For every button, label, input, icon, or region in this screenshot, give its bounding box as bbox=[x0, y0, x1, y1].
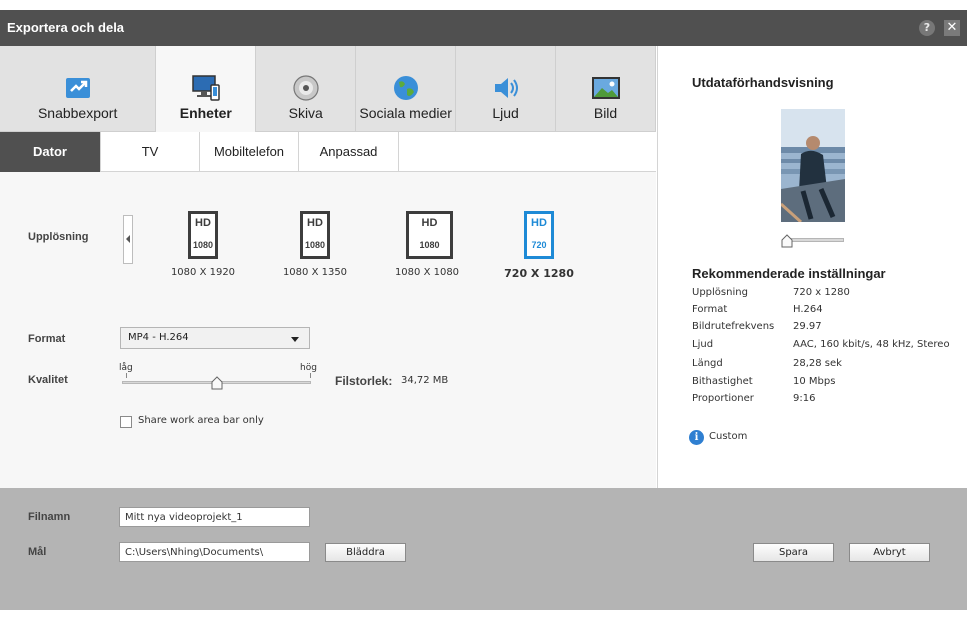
hd-badge-icon: HD 1080 bbox=[300, 211, 330, 259]
disc-icon bbox=[293, 75, 319, 101]
tab-label: Skiva bbox=[288, 105, 323, 121]
share-work-area-label: Share work area bar only bbox=[138, 415, 264, 426]
hd-text: HD bbox=[307, 217, 323, 229]
quick-export-icon bbox=[65, 78, 90, 98]
spec-key: Bildrutefrekvens bbox=[692, 321, 775, 332]
resolution-preset-label: 1080 X 1920 bbox=[170, 267, 236, 278]
format-label: Format bbox=[28, 333, 66, 345]
filesize-value: 34,72 MB bbox=[401, 375, 449, 386]
filename-label: Filnamn bbox=[28, 511, 71, 523]
preview-panel: Utdataförhandsvisning Rekommenderade ins… bbox=[657, 46, 967, 488]
devices-icon bbox=[192, 75, 220, 101]
resolution-preset-720x1280[interactable]: HD 720 720 X 1280 bbox=[489, 210, 589, 290]
filesize-label: Filstorlek: bbox=[335, 374, 393, 388]
tab-ljud[interactable]: Ljud bbox=[456, 46, 557, 132]
resolution-preset-label: 1080 X 1080 bbox=[394, 267, 460, 278]
info-icon: i bbox=[689, 430, 704, 445]
format-select-value: MP4 - H.264 bbox=[128, 332, 189, 343]
tab-label: Ljud bbox=[492, 105, 519, 121]
browse-button[interactable]: Bläddra bbox=[325, 543, 406, 562]
spec-value: 10 Mbps bbox=[793, 376, 836, 387]
resolution-scroll-left-button[interactable] bbox=[123, 215, 133, 264]
hd-number: 1080 bbox=[192, 240, 214, 250]
target-path-value: C:\Users\Nhing\Documents\ bbox=[125, 547, 264, 558]
subtab-anpassad[interactable]: Anpassad bbox=[299, 132, 399, 172]
recommended-settings-title: Rekommenderade inställningar bbox=[692, 266, 886, 281]
subtab-dator[interactable]: Dator bbox=[0, 132, 101, 172]
spec-key: Format bbox=[692, 304, 728, 315]
category-tabs: Snabbexport Enheter Skiva Sociala medier… bbox=[0, 46, 657, 133]
tab-enheter[interactable]: Enheter bbox=[156, 46, 257, 133]
title-bar: Exportera och dela ? ✕ bbox=[0, 10, 967, 46]
spec-value: 28,28 sek bbox=[793, 358, 842, 369]
hd-number: 1080 bbox=[419, 240, 440, 250]
resolution-preset-1080x1080[interactable]: HD 1080 1080 X 1080 bbox=[377, 210, 477, 290]
spec-value: 720 x 1280 bbox=[793, 287, 850, 298]
video-preview-thumbnail bbox=[781, 109, 845, 222]
globe-icon bbox=[393, 76, 418, 100]
quality-slider-thumb[interactable] bbox=[211, 376, 223, 390]
resolution-preset-label: 1080 X 1350 bbox=[282, 267, 348, 278]
format-select[interactable]: MP4 - H.264 bbox=[120, 327, 310, 349]
spec-key: Upplösning bbox=[692, 287, 748, 298]
hd-text: HD bbox=[421, 217, 438, 229]
export-settings-panel: Snabbexport Enheter Skiva Sociala medier… bbox=[0, 46, 657, 488]
target-path-field[interactable]: C:\Users\Nhing\Documents\ bbox=[119, 542, 310, 562]
spec-value: H.264 bbox=[793, 304, 823, 315]
share-work-area-checkbox[interactable] bbox=[120, 416, 132, 428]
resolution-label: Upplösning bbox=[28, 231, 89, 243]
device-sub-tabs: Dator TV Mobiltelefon Anpassad bbox=[0, 132, 656, 172]
resolution-preset-label: 720 X 1280 bbox=[504, 267, 574, 280]
picture-icon bbox=[591, 77, 620, 99]
preview-title: Utdataförhandsvisning bbox=[692, 75, 834, 90]
spec-value: AAC, 160 kbit/s, 48 kHz, Stereo bbox=[793, 339, 950, 350]
resolution-preset-1080x1920[interactable]: HD 1080 1080 X 1920 bbox=[153, 210, 253, 290]
tab-snabbexport[interactable]: Snabbexport bbox=[0, 46, 157, 132]
tab-sociala-medier[interactable]: Sociala medier bbox=[356, 46, 457, 132]
spec-key: Ljud bbox=[692, 339, 714, 350]
slider-tick bbox=[126, 373, 127, 378]
spec-key: Proportioner bbox=[692, 393, 754, 404]
target-label: Mål bbox=[28, 546, 47, 558]
spec-value: 9:16 bbox=[793, 393, 816, 404]
cancel-button[interactable]: Avbryt bbox=[849, 543, 930, 562]
preview-slider-thumb[interactable] bbox=[781, 234, 793, 248]
hd-badge-icon: HD 720 bbox=[524, 211, 554, 259]
tab-skiva[interactable]: Skiva bbox=[256, 46, 357, 132]
tab-bild[interactable]: Bild bbox=[556, 46, 657, 132]
bottom-bar: Filnamn Mitt nya videoprojekt_1 Mål C:\U… bbox=[0, 488, 967, 610]
window-title: Exportera och dela bbox=[7, 20, 125, 35]
preview-slider[interactable] bbox=[787, 238, 844, 242]
hd-badge-icon: HD 1080 bbox=[188, 211, 218, 259]
slider-tick bbox=[310, 373, 311, 378]
quality-high-label: hög bbox=[300, 363, 317, 373]
quality-low-label: låg bbox=[119, 363, 133, 373]
hd-number: 1080 bbox=[304, 240, 326, 250]
subtab-tv[interactable]: TV bbox=[101, 132, 200, 172]
speaker-icon bbox=[494, 78, 518, 98]
hd-badge-icon: HD 1080 bbox=[406, 211, 453, 259]
resolution-preset-1080x1350[interactable]: HD 1080 1080 X 1350 bbox=[265, 210, 365, 290]
chevron-down-icon bbox=[291, 337, 299, 342]
custom-link[interactable]: Custom bbox=[709, 431, 747, 442]
tab-label: Bild bbox=[593, 105, 618, 121]
close-icon[interactable]: ✕ bbox=[944, 20, 960, 36]
tab-label: Sociala medier bbox=[359, 105, 452, 121]
filename-field[interactable]: Mitt nya videoprojekt_1 bbox=[119, 507, 310, 527]
hd-text: HD bbox=[531, 217, 547, 229]
hd-number: 720 bbox=[531, 240, 547, 250]
help-icon[interactable]: ? bbox=[919, 20, 935, 36]
hd-text: HD bbox=[195, 217, 211, 229]
quality-label: Kvalitet bbox=[28, 374, 68, 386]
spec-key: Bithastighet bbox=[692, 376, 753, 387]
tab-label: Snabbexport bbox=[37, 105, 118, 121]
spec-key: Längd bbox=[692, 358, 723, 369]
subtab-mobiltelefon[interactable]: Mobiltelefon bbox=[200, 132, 299, 172]
spec-value: 29.97 bbox=[793, 321, 822, 332]
save-button[interactable]: Spara bbox=[753, 543, 834, 562]
tab-label: Enheter bbox=[179, 105, 232, 121]
filename-value: Mitt nya videoprojekt_1 bbox=[125, 512, 243, 523]
